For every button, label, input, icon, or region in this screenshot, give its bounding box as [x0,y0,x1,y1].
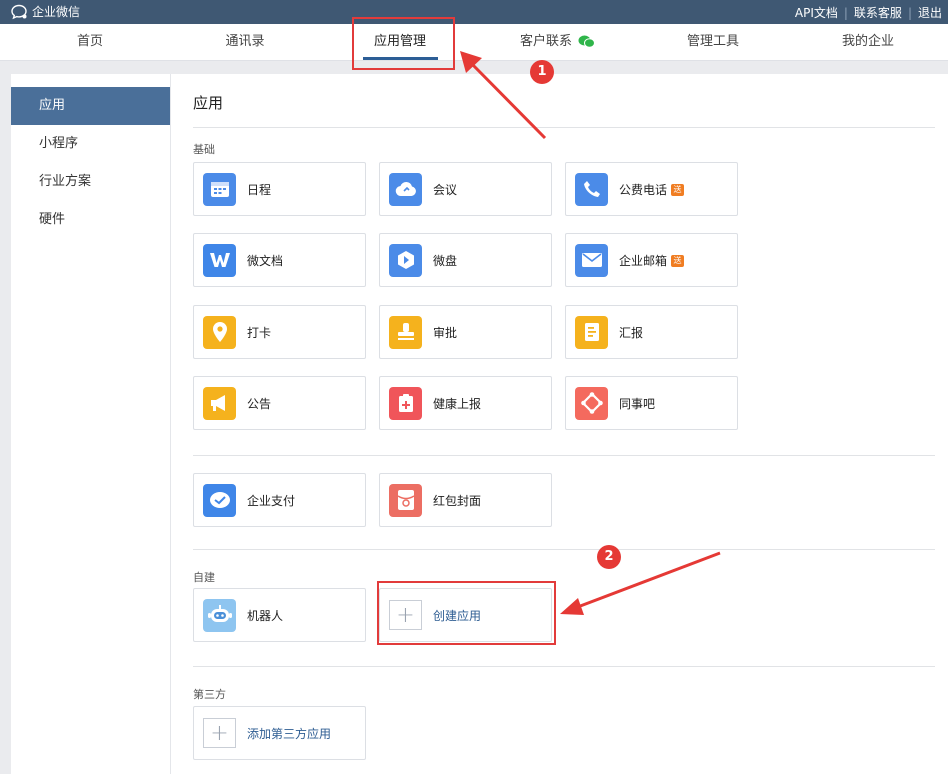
app-card-label: 日程 [247,182,272,197]
app-card-announcement[interactable]: 公告 [193,376,366,430]
report-icon [575,315,608,349]
app-card-label: 打卡 [247,325,272,340]
app-card-label: 会议 [433,182,458,197]
sidebar-item-hardware[interactable]: 硬件 [11,201,170,239]
sidebar-item-mini-programs[interactable]: 小程序 [11,125,170,163]
tab-my-enterprise[interactable]: 我的企业 [828,24,908,61]
app-card-phone[interactable]: 公费电话送 [565,162,738,216]
mail-icon [575,243,608,277]
highlight-box-app-management [352,17,455,70]
divider [193,666,935,667]
page-title: 应用 [193,94,224,112]
red-envelope-icon [389,483,422,517]
robot-icon [203,598,236,632]
app-card-mail[interactable]: 企业邮箱送 [565,233,738,287]
app-card-label: 微文档 [247,253,284,268]
gift-badge: 送 [671,255,685,267]
app-card-label: 汇报 [619,325,644,340]
location-pin-icon [203,315,236,349]
app-card-enterprise-pay[interactable]: 企业支付 [193,473,366,527]
tab-customer-contact-label: 客户联系 [519,34,572,49]
colleague-network-icon [575,386,608,420]
pay-check-icon [203,483,236,517]
app-card-label-text: 公费电话 [619,182,668,197]
highlight-box-create-app [377,581,556,645]
stamp-icon [389,315,422,349]
section-label-basic: 基础 [193,143,215,156]
step-badge-1: 1 [530,60,554,84]
app-card-label: 公告 [247,396,272,411]
app-card-label: 机器人 [247,608,284,623]
app-card-label: 企业邮箱送 [619,252,685,269]
brand-name: 企业微信 [32,5,81,19]
app-card-label: 审批 [433,325,458,340]
step-badge-2: 2 [597,545,621,569]
app-card-drive[interactable]: 微盘 [379,233,552,287]
tab-home[interactable]: 首页 [50,24,130,61]
phone-icon [575,172,608,206]
main-nav: 首页 通讯录 应用管理 客户联系 管理工具 我的企业 [0,24,948,61]
app-card-approval[interactable]: 审批 [379,305,552,359]
tab-management-tools[interactable]: 管理工具 [673,24,753,61]
plus-icon: + [203,718,236,748]
chat-bubble-icon [11,4,27,19]
divider [193,549,935,550]
sidebar-item-apps[interactable]: 应用 [11,87,170,125]
divider: | [907,5,912,20]
gift-badge: 送 [671,184,685,196]
top-bar: 企业微信 API文档 | 联系客服 | 退出 [0,0,948,24]
sidebar-item-industry-solutions[interactable]: 行业方案 [11,163,170,201]
content-panel: 应用 小程序 行业方案 硬件 应用 基础 日程 会议 公费电话送 微文档 微盘 [11,74,948,774]
tab-contacts[interactable]: 通讯录 [205,24,285,61]
logout-link[interactable]: 退出 [918,4,942,21]
health-kit-icon [389,386,422,420]
api-docs-link[interactable]: API文档 [795,4,838,21]
cloud-meeting-icon [389,172,422,206]
app-card-label: 健康上报 [433,396,482,411]
app-card-label: 公费电话送 [619,181,685,198]
app-card-label: 企业支付 [247,493,296,508]
add-third-party-app-label: 添加第三方应用 [247,726,332,741]
app-card-report[interactable]: 汇报 [565,305,738,359]
app-card-checkin[interactable]: 打卡 [193,305,366,359]
app-card-health-report[interactable]: 健康上报 [379,376,552,430]
document-w-icon [203,243,236,277]
divider [193,455,935,456]
app-card-schedule[interactable]: 日程 [193,162,366,216]
wechat-icon [578,35,595,48]
app-card-label-text: 企业邮箱 [619,253,668,268]
contact-support-link[interactable]: 联系客服 [854,4,902,21]
app-card-label: 同事吧 [619,396,656,411]
sidebar: 应用 小程序 行业方案 硬件 [11,74,171,774]
add-third-party-app-button[interactable]: + 添加第三方应用 [193,706,366,760]
app-card-meeting[interactable]: 会议 [379,162,552,216]
app-card-label: 红包封面 [433,493,482,508]
app-card-robot[interactable]: 机器人 [193,588,366,642]
section-label-custom: 自建 [193,571,215,584]
brand-logo[interactable]: 企业微信 [10,3,80,20]
app-card-wedoc[interactable]: 微文档 [193,233,366,287]
app-card-red-envelope-cover[interactable]: 红包封面 [379,473,552,527]
app-card-label: 微盘 [433,253,458,268]
section-label-third-party: 第三方 [193,688,226,701]
app-card-colleague-bar[interactable]: 同事吧 [565,376,738,430]
tab-customer-contact[interactable]: 客户联系 [505,24,610,61]
divider: | [843,5,848,20]
megaphone-icon [203,386,236,420]
drive-icon [389,243,422,277]
calendar-icon [203,172,236,206]
divider [193,127,935,128]
